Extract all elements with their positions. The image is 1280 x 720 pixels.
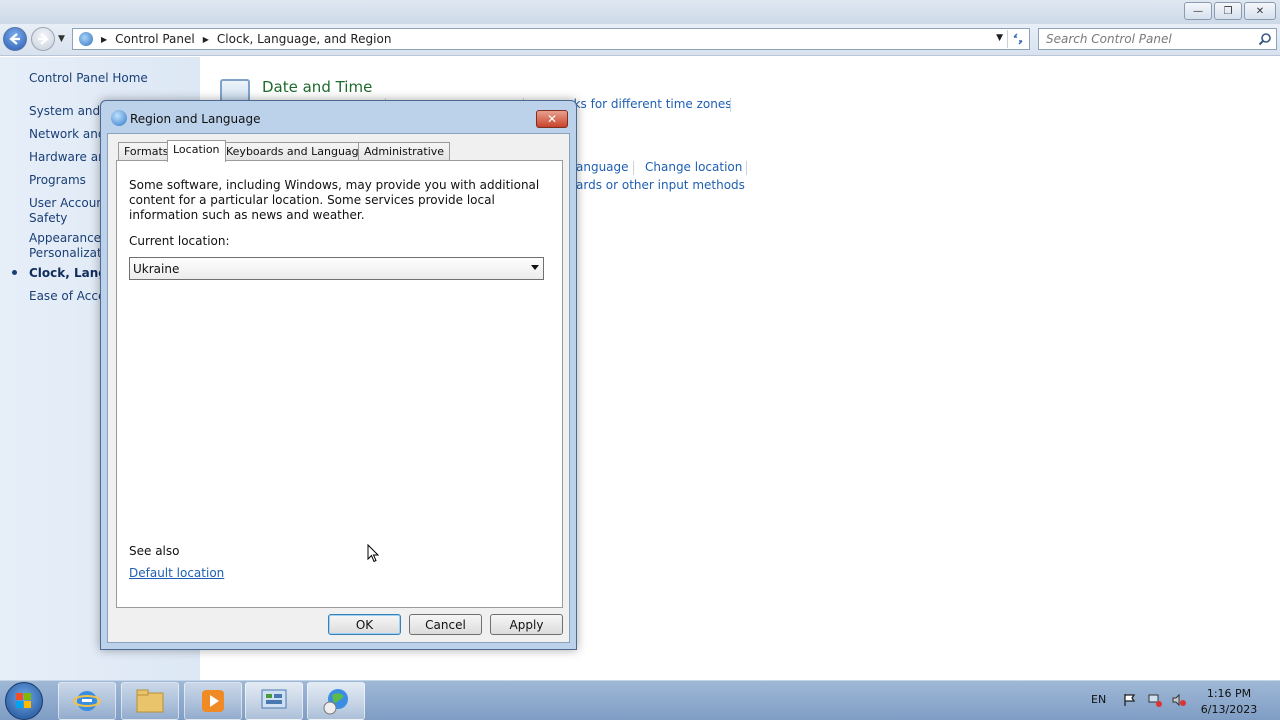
- globe-icon: [111, 110, 127, 126]
- language-indicator[interactable]: EN: [1091, 693, 1106, 706]
- current-location-label: Current location:: [129, 234, 230, 248]
- address-dropdown-icon[interactable]: ▼: [996, 33, 1003, 43]
- tab-location[interactable]: Location: [167, 140, 226, 162]
- forward-arrow-icon: [38, 33, 49, 45]
- chevron-down-icon[interactable]: [531, 265, 539, 270]
- control-panel-icon: [79, 32, 93, 46]
- control-panel-home-link[interactable]: Control Panel Home: [29, 71, 148, 85]
- back-button[interactable]: [3, 27, 27, 51]
- link-separator: [730, 98, 731, 112]
- close-window-button[interactable]: ✕: [1244, 2, 1276, 20]
- ok-button[interactable]: OK: [328, 614, 401, 635]
- apply-button[interactable]: Apply: [490, 614, 563, 635]
- forward-button[interactable]: [31, 27, 55, 51]
- refresh-icon: [1012, 33, 1023, 45]
- taskbar-control-panel[interactable]: [245, 682, 303, 720]
- taskbar-region-language[interactable]: [307, 682, 365, 720]
- default-location-link[interactable]: Default location: [129, 566, 224, 580]
- tab-keyboards-and-languages[interactable]: Keyboards and Languages: [220, 142, 378, 161]
- folder-icon: [136, 689, 164, 713]
- dialog-close-button[interactable]: ✕: [536, 110, 568, 128]
- explorer-titlebar: — ❐ ✕: [0, 0, 1280, 24]
- dialog-body: Formats Location Keyboards and Languages…: [107, 133, 570, 643]
- search-input[interactable]: Search Control Panel: [1038, 28, 1277, 50]
- link-separator: [746, 161, 747, 175]
- refresh-button[interactable]: [1007, 30, 1027, 48]
- chevron-right-icon[interactable]: ▶: [203, 35, 209, 44]
- category-title-date-time[interactable]: Date and Time: [262, 78, 372, 96]
- add-clocks-link[interactable]: cks for different time zones: [567, 97, 732, 111]
- nav-user-accounts-line2[interactable]: Safety: [29, 211, 67, 225]
- link-separator: [633, 161, 634, 175]
- search-placeholder: Search Control Panel: [1046, 32, 1172, 46]
- chevron-right-icon[interactable]: ▶: [101, 35, 107, 44]
- search-icon[interactable]: [1258, 32, 1272, 46]
- change-keyboards-link[interactable]: ards or other input methods: [576, 178, 745, 192]
- minimize-button[interactable]: —: [1184, 2, 1212, 20]
- clock-time: 1:16 PM: [1206, 687, 1252, 700]
- media-player-icon: [202, 690, 224, 712]
- action-center-flag-icon[interactable]: [1123, 693, 1137, 707]
- clock-date: 6/13/2023: [1200, 703, 1258, 716]
- active-nav-bullet: [12, 270, 17, 275]
- nav-network-and-internet[interactable]: Network and: [29, 127, 106, 141]
- system-clock[interactable]: 1:16 PM 6/13/2023: [1196, 686, 1262, 718]
- volume-muted-icon[interactable]: [1172, 693, 1186, 707]
- taskbar-media-player[interactable]: [184, 682, 242, 720]
- breadcrumb-clock-language-region[interactable]: Clock, Language, and Region: [217, 32, 392, 46]
- see-also-heading: See also: [129, 544, 180, 558]
- navigation-bar: ▼ ▶ Control Panel ▶ Clock, Language, and…: [0, 24, 1280, 56]
- windows-logo-icon: [16, 693, 31, 708]
- current-location-select[interactable]: Ukraine: [129, 257, 544, 280]
- recent-pages-dropdown[interactable]: ▼: [58, 34, 65, 44]
- window-controls: — ❐ ✕: [1184, 2, 1276, 20]
- nav-user-accounts[interactable]: User Account: [29, 196, 109, 210]
- back-arrow-icon: [9, 33, 20, 45]
- tab-administrative[interactable]: Administrative: [358, 142, 451, 161]
- location-description: Some software, including Windows, may pr…: [129, 178, 540, 222]
- taskbar-internet-explorer[interactable]: [58, 682, 116, 720]
- region-language-dialog: Region and Language ✕ Formats Location K…: [100, 100, 577, 650]
- change-display-language-link[interactable]: anguage: [576, 160, 629, 174]
- internet-explorer-icon: [73, 691, 101, 711]
- address-box[interactable]: ▶ Control Panel ▶ Clock, Language, and R…: [72, 28, 1030, 50]
- control-panel-icon: [261, 689, 287, 709]
- dialog-title: Region and Language: [130, 112, 261, 126]
- taskbar: EN 1:16 PM 6/13/2023: [0, 680, 1280, 720]
- globe-clock-icon: [323, 689, 348, 715]
- mouse-cursor-icon: [367, 544, 379, 563]
- nav-programs[interactable]: Programs: [29, 173, 86, 187]
- start-button[interactable]: [5, 682, 43, 720]
- network-disconnected-icon[interactable]: [1148, 693, 1162, 707]
- location-tab-panel: Some software, including Windows, may pr…: [116, 160, 563, 608]
- cancel-button[interactable]: Cancel: [409, 614, 482, 635]
- change-location-link[interactable]: Change location: [645, 160, 742, 174]
- restore-button[interactable]: ❐: [1214, 2, 1242, 20]
- breadcrumb-control-panel[interactable]: Control Panel: [115, 32, 195, 46]
- current-location-value: Ukraine: [133, 262, 180, 276]
- taskbar-windows-explorer[interactable]: [121, 682, 179, 720]
